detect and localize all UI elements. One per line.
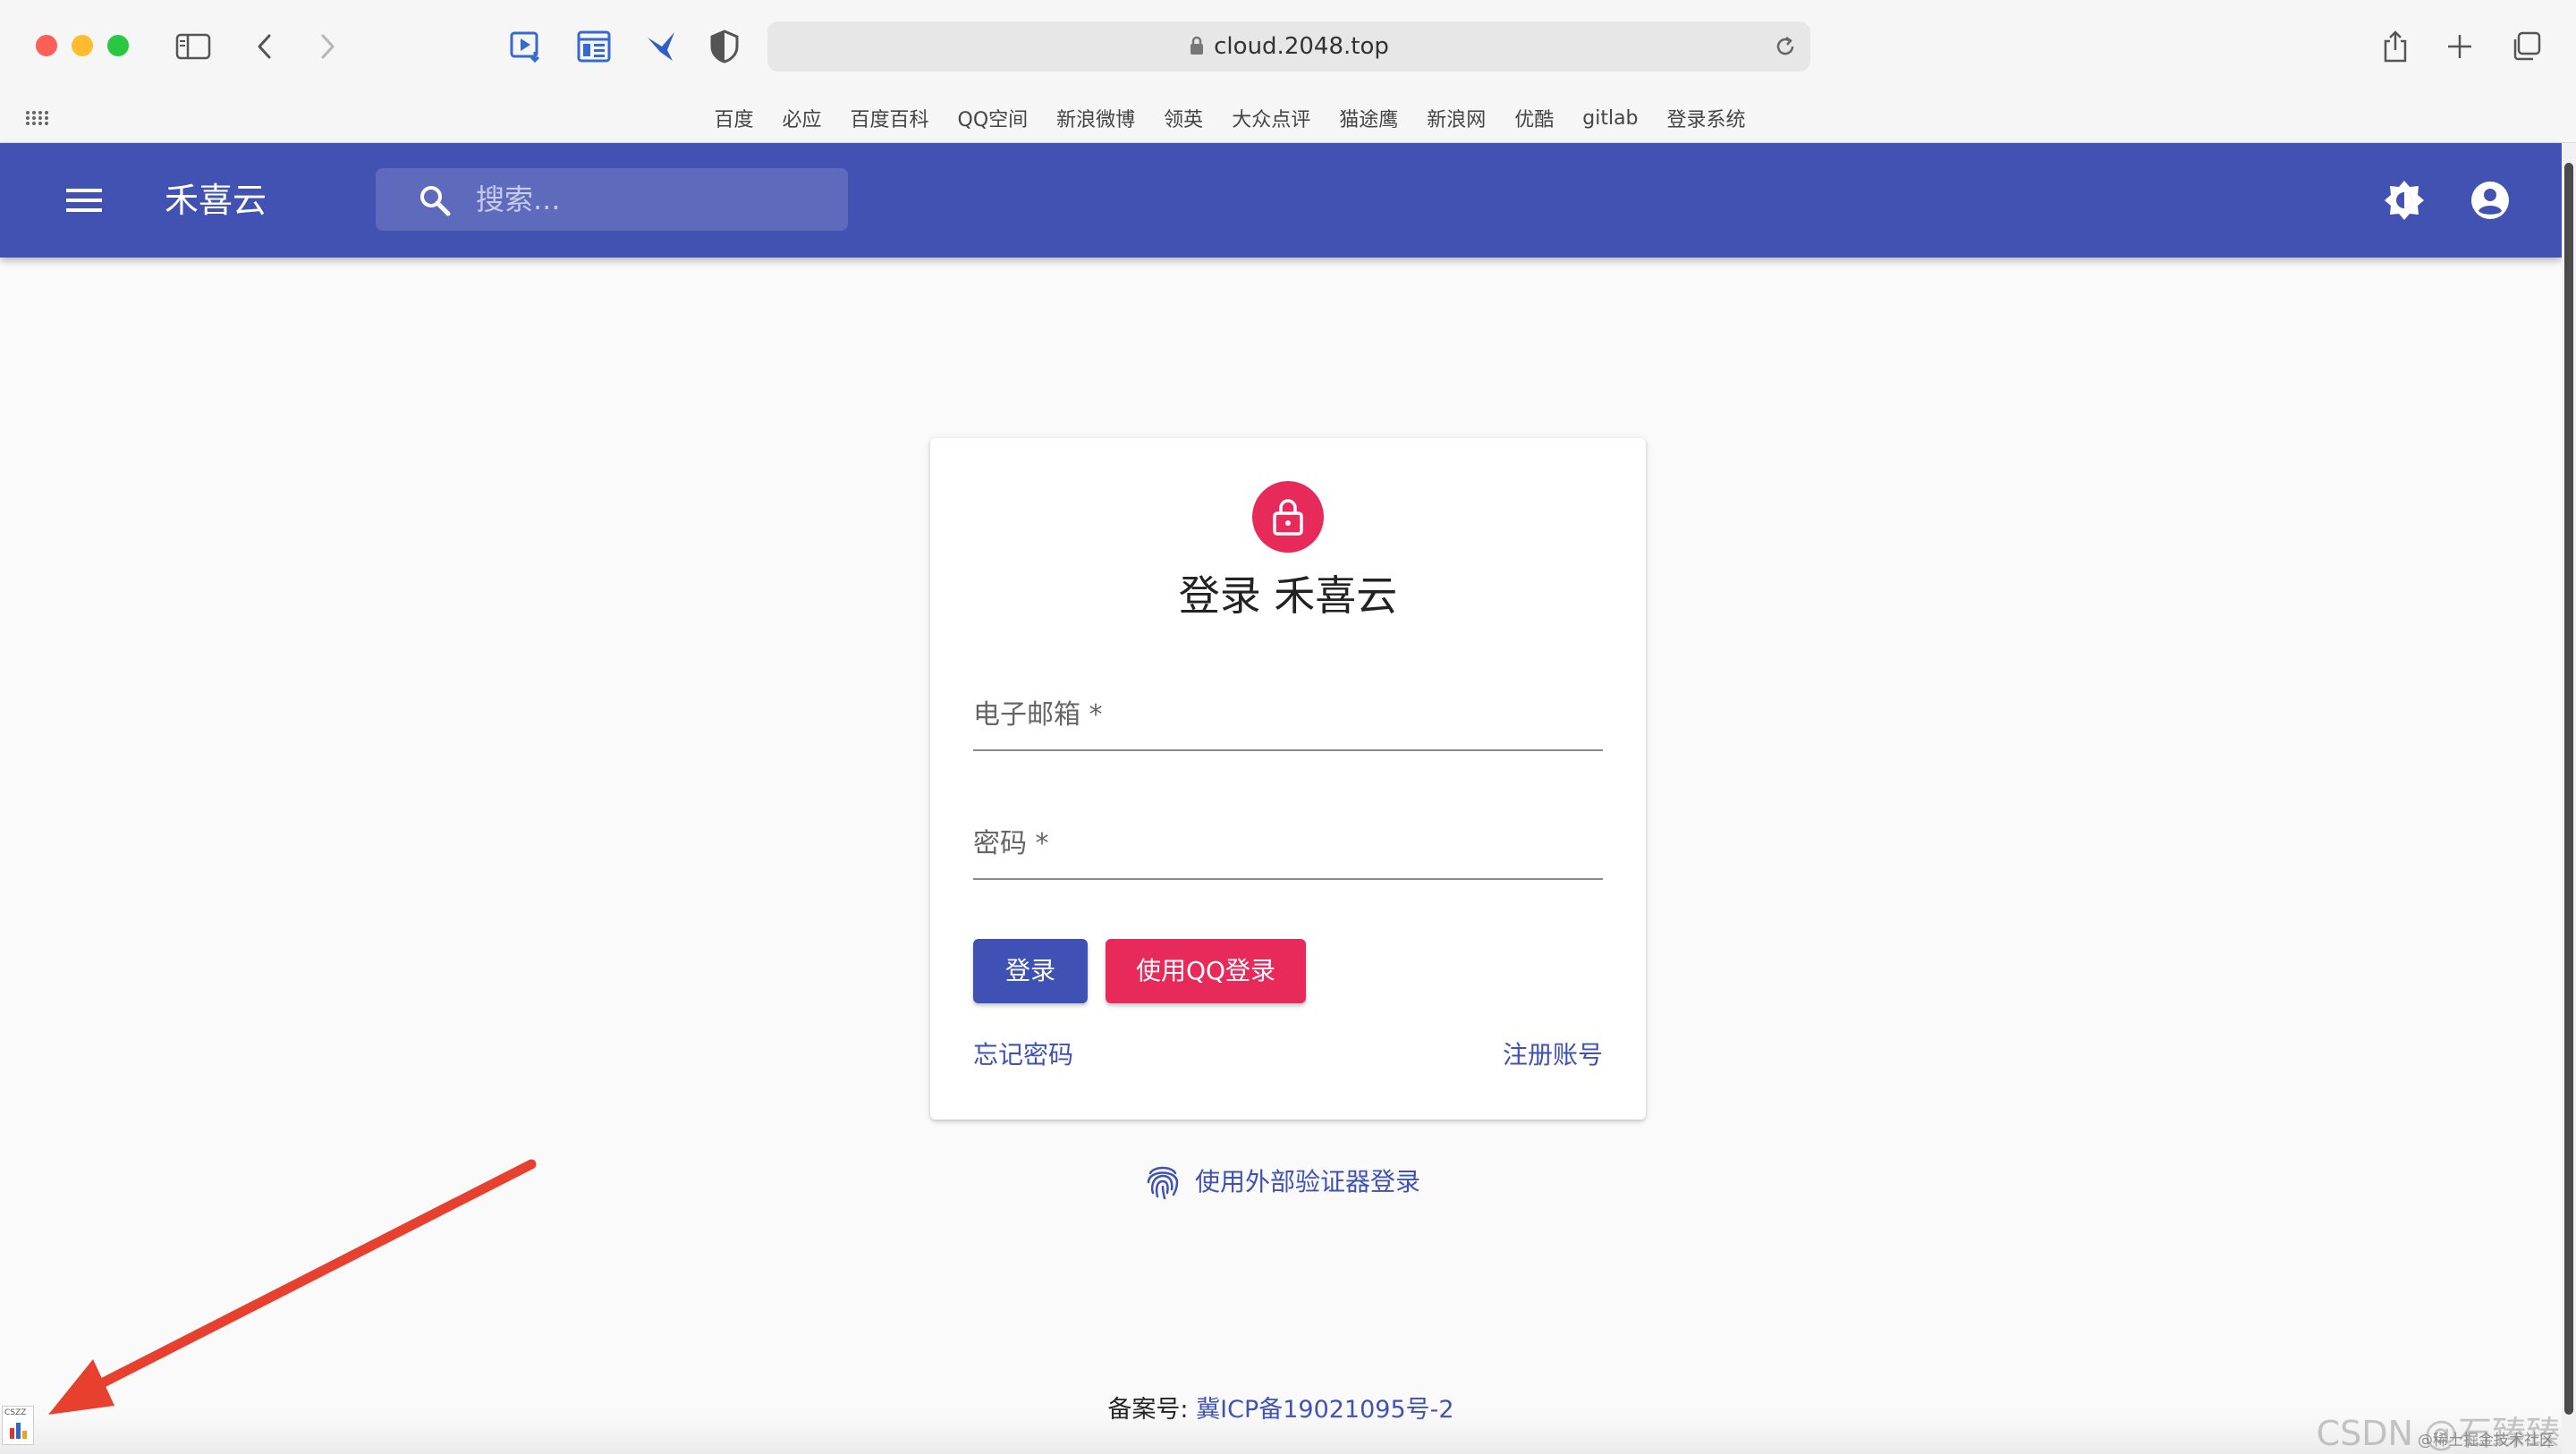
fingerprint-icon (1147, 1166, 1179, 1200)
scroll-thumb[interactable] (2564, 163, 2573, 1415)
menu-icon[interactable] (61, 177, 107, 224)
url-text: cloud.2048.top (1214, 33, 1389, 60)
maximize-window-button[interactable] (107, 35, 129, 56)
favorite-baike[interactable]: 百度百科 (851, 104, 929, 132)
password-field[interactable]: 密码 * (973, 808, 1603, 880)
favorite-tripadvisor[interactable]: 猫途鹰 (1339, 104, 1398, 132)
close-window-button[interactable] (36, 35, 57, 56)
browser-window: cloud.2048.top 百度 必应 百度百科 QQ空间 新浪微博 领英 大… (0, 0, 2576, 1454)
video-extension-icon[interactable] (504, 25, 547, 68)
favorites-bar: 百度 必应 百度百科 QQ空间 新浪微博 领英 大众点评 猫途鹰 新浪网 优酷 … (0, 93, 2576, 143)
lock-icon (1189, 23, 1205, 73)
email-input[interactable] (973, 680, 1603, 751)
account-icon[interactable] (2467, 177, 2513, 224)
red-arrow-annotation (48, 1159, 537, 1415)
theme-toggle-icon[interactable] (2381, 177, 2428, 224)
address-bar[interactable]: cloud.2048.top (767, 21, 1810, 72)
external-auth-login[interactable]: 使用外部验证器登录 (1145, 1159, 1420, 1202)
reload-icon[interactable] (1773, 34, 1798, 63)
reader-extension-icon[interactable] (572, 25, 615, 68)
email-field[interactable]: 电子邮箱 * (973, 680, 1603, 751)
favorite-gitlab[interactable]: gitlab (1582, 107, 1638, 130)
password-input[interactable] (973, 808, 1603, 880)
favorite-baidu[interactable]: 百度 (714, 104, 753, 132)
favorite-youku[interactable]: 优酷 (1514, 104, 1554, 132)
login-title: 登录 禾喜云 (1178, 571, 1398, 620)
new-tab-icon[interactable] (2438, 25, 2481, 68)
sidebar-toggle-icon[interactable] (172, 25, 215, 68)
watermark-sub: @稀土掘金技术社区 (2418, 1432, 2555, 1450)
forgot-password-link[interactable]: 忘记密码 (973, 1036, 1073, 1071)
login-button[interactable]: 登录 (973, 939, 1088, 1003)
back-icon[interactable] (243, 25, 286, 68)
chart-extension-icon[interactable]: CSZZ (2, 1406, 34, 1445)
favorite-linkedin[interactable]: 领英 (1164, 104, 1203, 132)
favorite-dianping[interactable]: 大众点评 (1232, 104, 1310, 132)
privacy-shield-icon[interactable] (703, 25, 746, 68)
bird-extension-icon[interactable] (640, 25, 683, 68)
favorite-sina[interactable]: 新浪网 (1427, 104, 1486, 132)
share-icon[interactable] (2374, 25, 2417, 68)
register-link[interactable]: 注册账号 (1503, 1036, 1603, 1071)
favorite-bing[interactable]: 必应 (782, 104, 821, 132)
browser-toolbar: cloud.2048.top (0, 0, 2576, 93)
external-login-label: 使用外部验证器登录 (1195, 1167, 1421, 1196)
tab-overview-icon[interactable] (2504, 25, 2547, 68)
favorite-qzone[interactable]: QQ空间 (958, 104, 1029, 132)
app-bar: 禾喜云 (0, 143, 2562, 258)
minimize-window-button[interactable] (72, 35, 93, 56)
search-icon (419, 184, 451, 220)
search-box (376, 168, 848, 231)
login-card: 登录 禾喜云 电子邮箱 * 密码 * 登录 使用QQ登录 忘记密码 注册账号 (930, 438, 1646, 1120)
page-scrollbar[interactable] (2562, 143, 2576, 1454)
qq-login-button[interactable]: 使用QQ登录 (1106, 939, 1306, 1003)
favorites-list: 百度 必应 百度百科 QQ空间 新浪微博 领英 大众点评 猫途鹰 新浪网 优酷 … (0, 93, 2576, 143)
search-input[interactable] (476, 168, 834, 231)
lock-icon (1273, 499, 1303, 536)
lock-avatar (1252, 481, 1324, 553)
forward-icon[interactable] (306, 25, 349, 68)
favorite-login-system[interactable]: 登录系统 (1667, 104, 1746, 132)
favorite-weibo[interactable]: 新浪微博 (1056, 104, 1135, 132)
app-title: 禾喜云 (165, 181, 267, 220)
